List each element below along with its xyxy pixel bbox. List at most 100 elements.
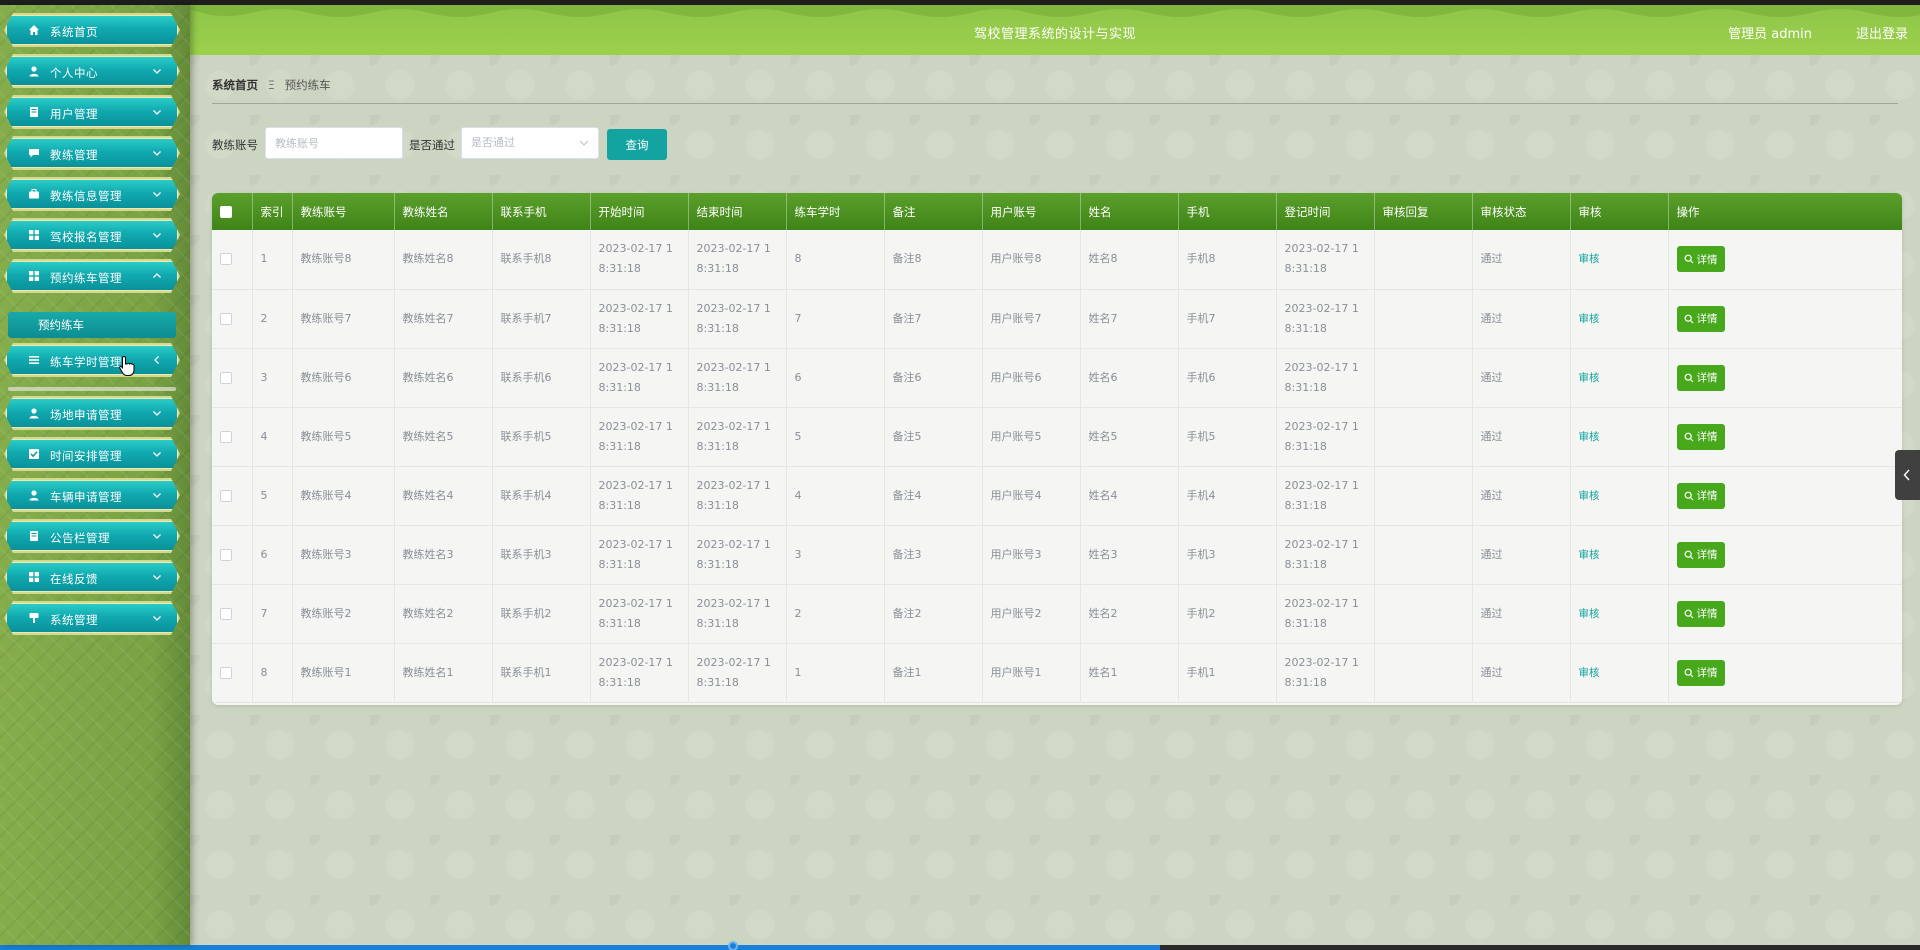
sidebar-item-venue-application-management[interactable]: 场地申请管理	[4, 396, 180, 430]
remark-cell: 备注6	[884, 348, 983, 407]
sidebar-item-coach-info-management[interactable]: 教练信息管理	[4, 177, 180, 211]
detail-button[interactable]: 详情	[1676, 600, 1725, 627]
sidebar-item-system-management[interactable]: 系统管理	[4, 601, 180, 635]
sidebar-item-user-management[interactable]: 用户管理	[4, 95, 180, 129]
audit-link[interactable]: 审核	[1579, 253, 1600, 265]
register-time-cell: 2023-02-17 18:31:18	[1276, 407, 1375, 466]
name-cell: 姓名8	[1080, 230, 1179, 289]
bottom-scrollbar[interactable]	[0, 945, 1920, 950]
scrollbar-thumb[interactable]	[728, 941, 738, 950]
row-checkbox[interactable]	[220, 548, 232, 561]
sidebar-item-schedule-management[interactable]: 时间安排管理	[4, 437, 180, 471]
start-time-cell: 2023-02-17 18:31:18	[590, 230, 689, 289]
coach-account-cell: 教练账号5	[292, 407, 395, 466]
end-time-cell: 2023-02-17 18:31:18	[688, 407, 787, 466]
booking-table: 索引 教练账号 教练姓名 联系手机 开始时间 结束时间 练车学时 备注 用户账号…	[212, 193, 1902, 705]
column-header: 操作	[1668, 193, 1902, 230]
name-cell: 姓名3	[1080, 525, 1179, 584]
detail-button[interactable]: 详情	[1676, 541, 1725, 568]
sidebar-item-home[interactable]: 系统首页	[4, 13, 180, 47]
audit-link[interactable]: 审核	[1579, 608, 1600, 620]
detail-button-label: 详情	[1696, 313, 1718, 325]
row-select-cell[interactable]	[212, 407, 253, 466]
coach-account-input[interactable]	[265, 127, 403, 159]
audit-link[interactable]: 审核	[1579, 667, 1600, 679]
pass-status-select[interactable]: 是否通过	[461, 127, 599, 159]
row-checkbox[interactable]	[220, 666, 232, 679]
audit-link[interactable]: 审核	[1579, 313, 1600, 325]
sidebar-item-online-feedback[interactable]: 在线反馈	[4, 560, 180, 594]
hours-cell: 6	[786, 348, 885, 407]
row-select-cell[interactable]	[212, 348, 253, 407]
audit-link[interactable]: 审核	[1579, 490, 1600, 502]
checkbox-icon	[28, 448, 40, 460]
coach-phone-cell: 联系手机7	[492, 289, 591, 348]
sidebar-item-training-hours-management[interactable]: 练车学时管理	[4, 343, 180, 377]
settings-icon	[28, 612, 40, 624]
detail-button[interactable]: 详情	[1676, 423, 1725, 450]
start-time-cell: 2023-02-17 18:31:18	[590, 348, 689, 407]
index-cell: 8	[252, 643, 293, 702]
coach-account-cell: 教练账号8	[292, 230, 395, 289]
detail-button[interactable]: 详情	[1676, 364, 1725, 391]
logout-link[interactable]: 退出登录	[1856, 23, 1908, 42]
start-time-cell: 2023-02-17 18:31:18	[590, 643, 689, 702]
grid-icon	[28, 270, 40, 282]
top-header: 驾校管理系统的设计与实现 管理员 admin 退出登录	[190, 5, 1920, 55]
audit-cell: 审核	[1570, 348, 1669, 407]
register-time-cell: 2023-02-17 18:31:18	[1276, 230, 1375, 289]
side-collapse-tab[interactable]	[1895, 450, 1920, 500]
sidebar-item-bulletin-management[interactable]: 公告栏管理	[4, 519, 180, 553]
row-select-cell[interactable]	[212, 525, 253, 584]
audit-reply-cell	[1374, 466, 1473, 525]
breadcrumb-home[interactable]: 系统首页	[212, 78, 258, 92]
row-select-cell[interactable]	[212, 584, 253, 643]
sidebar-item-vehicle-application-management[interactable]: 车辆申请管理	[4, 478, 180, 512]
sidebar-item-label: 驾校报名管理	[50, 230, 122, 244]
main-content: 系统首页 Ξ 预约练车 教练账号 是否通过 是否通过 查询 索引 教练账号	[190, 55, 1920, 945]
row-checkbox[interactable]	[220, 312, 232, 325]
query-button[interactable]: 查询	[607, 129, 667, 160]
coach-name-cell: 教练姓名3	[394, 525, 493, 584]
chevron-down-icon	[152, 66, 162, 76]
audit-cell: 审核	[1570, 407, 1669, 466]
audit-status-cell: 通过	[1472, 584, 1571, 643]
audit-reply-cell	[1374, 643, 1473, 702]
user-account-cell: 用户账号1	[982, 643, 1081, 702]
select-all-checkbox[interactable]	[220, 206, 232, 218]
detail-button[interactable]: 详情	[1676, 305, 1725, 332]
detail-button-label: 详情	[1696, 490, 1718, 502]
table-row: 2 教练账号7 教练姓名7 联系手机7 2023-02-17 18:31:18 2023-…	[212, 289, 1902, 348]
row-select-cell[interactable]	[212, 466, 253, 525]
row-checkbox[interactable]	[220, 371, 232, 384]
audit-link[interactable]: 审核	[1579, 431, 1600, 443]
detail-button[interactable]: 详情	[1676, 246, 1725, 273]
audit-link[interactable]: 审核	[1579, 549, 1600, 561]
row-checkbox[interactable]	[220, 430, 232, 443]
row-checkbox[interactable]	[220, 253, 232, 266]
detail-button[interactable]: 详情	[1676, 659, 1725, 686]
sidebar-item-coach-management[interactable]: 教练管理	[4, 136, 180, 170]
row-select-cell[interactable]	[212, 643, 253, 702]
sidebar-item-enrollment-management[interactable]: 驾校报名管理	[4, 218, 180, 252]
audit-link[interactable]: 审核	[1579, 372, 1600, 384]
sidebar-item-label: 练车学时管理	[50, 355, 122, 369]
operation-cell: 详情	[1668, 466, 1902, 525]
row-select-cell[interactable]	[212, 230, 253, 289]
register-time-cell: 2023-02-17 18:31:18	[1276, 525, 1375, 584]
select-all-cell[interactable]	[212, 193, 253, 230]
start-time-cell: 2023-02-17 18:31:18	[590, 466, 689, 525]
coach-name-cell: 教练姓名2	[394, 584, 493, 643]
chevron-down-icon	[152, 230, 162, 240]
submenu-item-booking[interactable]: 预约练车	[8, 312, 176, 338]
sidebar-item-booking-management[interactable]: 预约练车管理	[4, 259, 180, 293]
row-checkbox[interactable]	[220, 489, 232, 502]
phone-cell: 手机4	[1178, 466, 1277, 525]
row-select-cell[interactable]	[212, 289, 253, 348]
search-icon	[1684, 609, 1693, 618]
row-checkbox[interactable]	[220, 607, 232, 620]
detail-button[interactable]: 详情	[1676, 482, 1725, 509]
sidebar-item-personal-center[interactable]: 个人中心	[4, 54, 180, 88]
column-header: 审核回复	[1374, 193, 1473, 230]
chevron-left-icon	[1903, 469, 1910, 481]
